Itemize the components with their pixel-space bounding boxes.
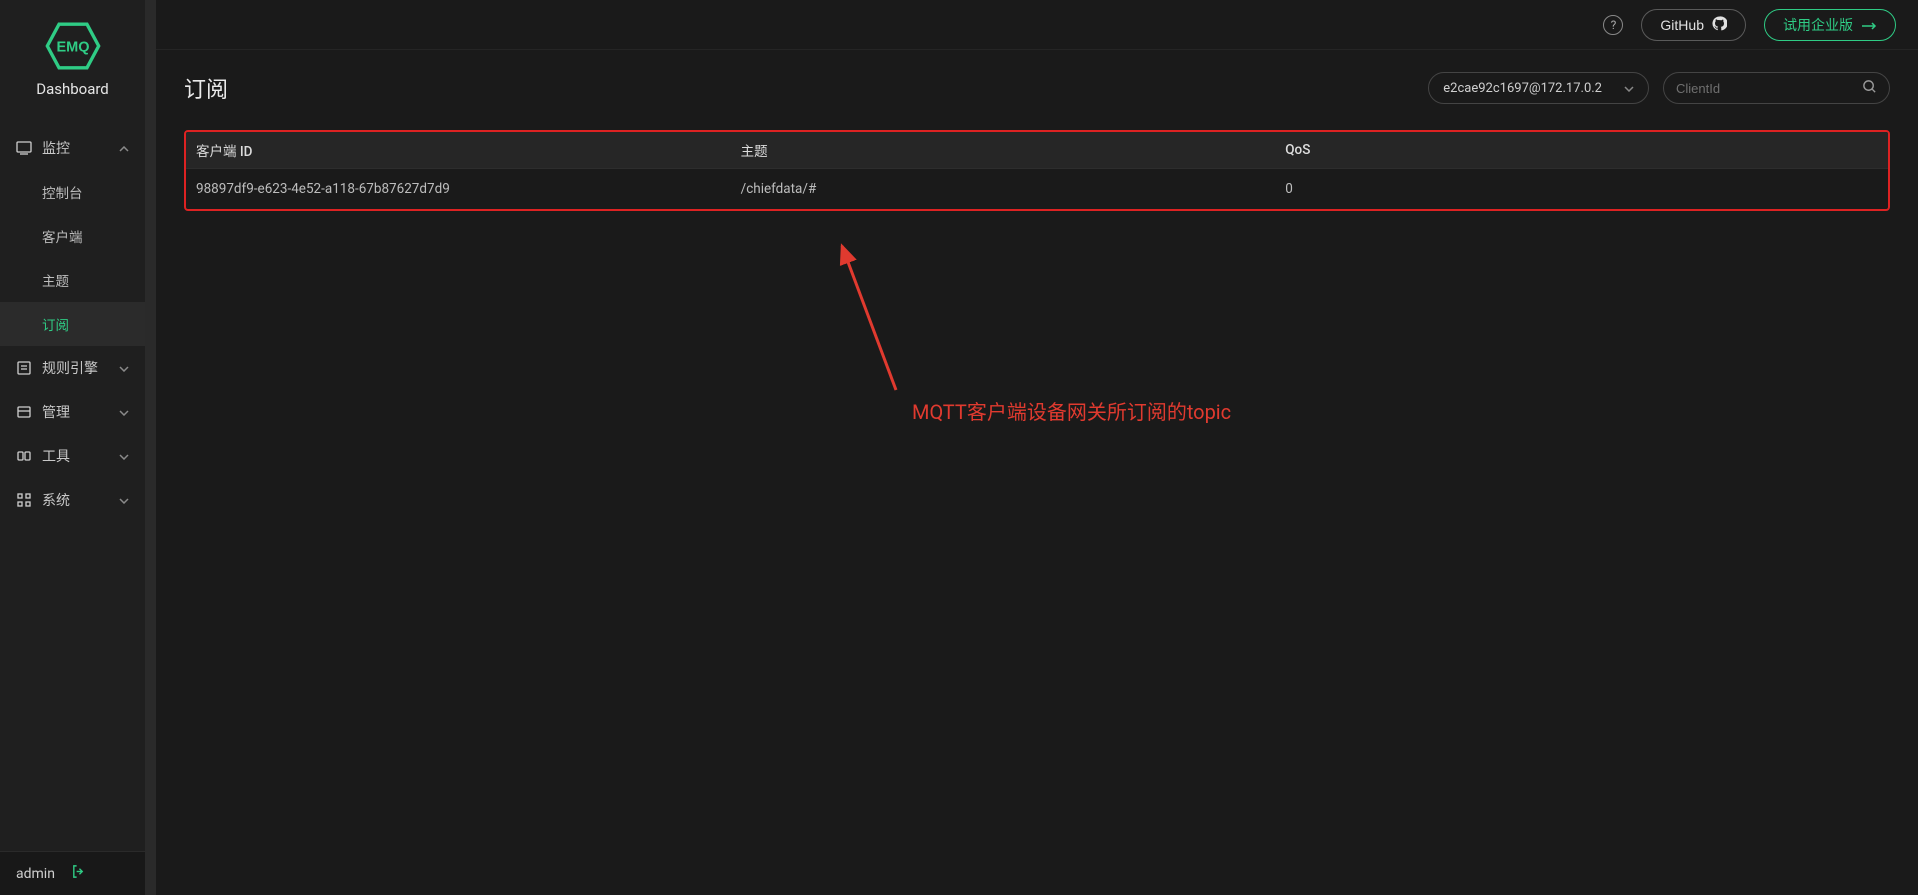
sidebar-item-clients[interactable]: 客户端	[0, 214, 145, 258]
sidebar-group-monitor[interactable]: 监控	[0, 126, 145, 170]
page-header: 订阅 e2cae92c1697@172.17.0.2	[184, 72, 1890, 104]
button-label: 试用企业版	[1783, 15, 1853, 35]
table-header-row: 客户端 ID 主题 QoS	[186, 132, 1888, 169]
github-button[interactable]: GitHub	[1641, 9, 1746, 41]
sidebar-group-system[interactable]: 系统	[0, 478, 145, 522]
emq-logo: EMQ	[45, 22, 101, 70]
node-selector-value: e2cae92c1697@172.17.0.2	[1443, 81, 1602, 96]
col-qos: QoS	[1275, 132, 1888, 169]
subscriptions-table-wrap: 客户端 ID 主题 QoS 98897df9-e623-4e52-a118-67…	[184, 130, 1890, 211]
button-label: GitHub	[1660, 17, 1704, 33]
header-controls: e2cae92c1697@172.17.0.2	[1428, 72, 1890, 104]
sidebar-group-label: 监控	[42, 138, 70, 158]
brand-subtitle: Dashboard	[36, 80, 109, 98]
cell-qos: 0	[1275, 169, 1888, 210]
search-icon[interactable]	[1862, 79, 1877, 98]
tools-icon	[16, 448, 32, 464]
client-search-input[interactable]	[1676, 81, 1852, 96]
subscriptions-table: 客户端 ID 主题 QoS 98897df9-e623-4e52-a118-67…	[186, 132, 1888, 209]
node-selector[interactable]: e2cae92c1697@172.17.0.2	[1428, 72, 1649, 104]
sidebar-group-tools[interactable]: 工具	[0, 434, 145, 478]
cell-client-id: 98897df9-e623-4e52-a118-67b87627d7d9	[186, 169, 731, 210]
sidebar-group-rules[interactable]: 规则引擎	[0, 346, 145, 390]
github-icon	[1712, 16, 1727, 34]
sidebar-item-console[interactable]: 控制台	[0, 170, 145, 214]
chevron-down-icon	[1624, 82, 1634, 95]
client-search[interactable]	[1663, 72, 1890, 104]
sidebar-item-label: 控制台	[42, 182, 83, 202]
sidebar-item-label: 订阅	[42, 314, 69, 334]
sidebar-group-label: 管理	[42, 402, 70, 422]
page-title: 订阅	[184, 72, 228, 104]
chevron-down-icon	[119, 404, 129, 420]
sidebar-item-label: 客户端	[42, 226, 83, 246]
annotation-arrow	[836, 240, 916, 400]
content: 订阅 e2cae92c1697@172.17.0.2	[156, 50, 1918, 895]
arrow-right-icon	[1861, 17, 1877, 33]
manage-icon	[16, 404, 32, 420]
chevron-down-icon	[119, 360, 129, 376]
sidebar-item-label: 主题	[42, 270, 69, 290]
col-topic: 主题	[731, 132, 1276, 169]
chevron-down-icon	[119, 448, 129, 464]
sidebar: EMQ Dashboard 监控 控制台 客户端	[0, 0, 146, 895]
sidebar-footer[interactable]: admin	[0, 851, 145, 895]
sidebar-nav: 监控 控制台 客户端 主题 订阅 规则引擎	[0, 120, 145, 851]
help-icon[interactable]: ?	[1603, 15, 1623, 35]
sidebar-group-label: 工具	[42, 446, 70, 466]
cell-topic: /chiefdata/#	[731, 169, 1276, 210]
enterprise-button[interactable]: 试用企业版	[1764, 9, 1896, 41]
table-row[interactable]: 98897df9-e623-4e52-a118-67b87627d7d9 /ch…	[186, 169, 1888, 210]
main: ? GitHub 试用企业版 订阅 e2cae92c1697@172.17.0.	[156, 0, 1918, 895]
logo-text: EMQ	[56, 40, 89, 56]
chevron-down-icon	[119, 492, 129, 508]
sidebar-item-topics[interactable]: 主题	[0, 258, 145, 302]
current-user: admin	[16, 866, 55, 882]
annotation-text: MQTT客户端设备网关所订阅的topic	[912, 396, 1231, 425]
sidebar-group-manage[interactable]: 管理	[0, 390, 145, 434]
rules-icon	[16, 360, 32, 376]
brand-block: EMQ Dashboard	[0, 0, 145, 120]
sidebar-group-label: 系统	[42, 490, 70, 510]
sidebar-scrollbar[interactable]	[146, 0, 156, 895]
monitor-icon	[16, 140, 32, 156]
chevron-up-icon	[119, 140, 129, 156]
sidebar-group-label: 规则引擎	[42, 358, 98, 378]
topbar: ? GitHub 试用企业版	[156, 0, 1918, 50]
system-icon	[16, 492, 32, 508]
col-client-id: 客户端 ID	[186, 132, 731, 169]
logout-icon[interactable]	[71, 864, 86, 883]
sidebar-item-subscriptions[interactable]: 订阅	[0, 302, 145, 346]
